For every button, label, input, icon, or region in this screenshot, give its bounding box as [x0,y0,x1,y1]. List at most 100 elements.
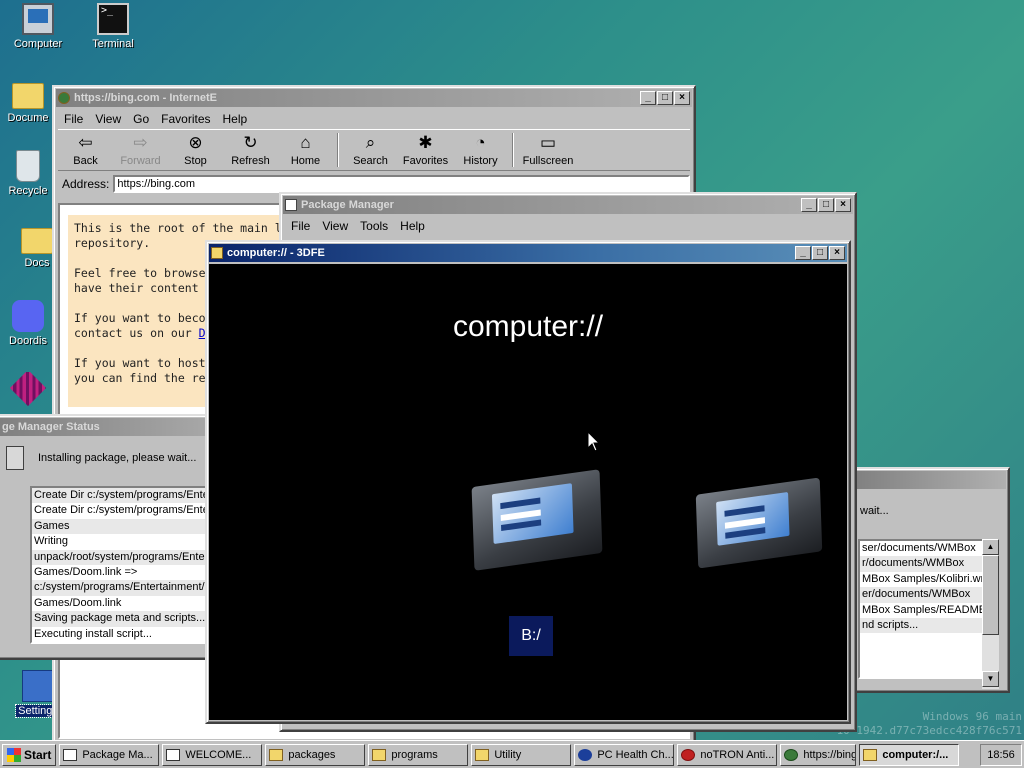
forward-arrow-icon: ⇨ [133,133,148,152]
taskbar-item-pc-health[interactable]: PC Health Ch... [574,743,675,766]
3dfe-titlebar[interactable]: computer:// - 3DFE _ □ × [209,244,847,262]
close-button[interactable]: × [674,91,690,105]
desktop-icon-game[interactable] [2,372,54,407]
taskbar-item-utility[interactable]: Utility [471,743,572,766]
history-label: History [463,155,498,167]
taskbar: Start Package Ma... WELCOME... packages … [0,740,1024,768]
package-manager-titlebar[interactable]: Package Manager _ □ × [283,196,853,214]
scroll-thumb[interactable] [982,555,999,635]
desktop-icon-computer[interactable]: Computer [2,3,74,50]
hard-drive-icon[interactable] [695,477,823,569]
3dfe-window: computer:// - 3DFE _ □ × computer:// B:/ [205,240,851,724]
task-label: noTRON Anti... [700,748,775,761]
favorites-label: Favorites [402,155,449,167]
menu-help[interactable]: Help [217,112,254,126]
hard-drive-icon[interactable] [471,469,603,571]
menu-go[interactable]: Go [127,112,155,126]
location-heading: computer:// [452,310,604,343]
favorites-button[interactable]: ✱ Favorites [398,133,453,167]
start-button[interactable]: Start [2,743,57,766]
window-title: Package Manager [301,199,394,211]
search-button[interactable]: ⌕ Search [343,133,398,167]
desktop-icon-label: Docume [7,112,49,124]
scroll-down-arrow-icon[interactable]: ▼ [982,671,999,687]
history-button[interactable]: ◔ History [453,133,508,167]
forward-button[interactable]: ⇨ Forward [113,133,168,167]
fullscreen-label: Fullscreen [522,155,574,167]
refresh-button[interactable]: ↻ Refresh [223,133,278,167]
history-icon: ◔ [475,133,486,152]
cube-icon [9,372,47,407]
minimize-button[interactable]: _ [795,246,811,260]
desktop-icon-terminal[interactable]: >_ Terminal [77,3,149,50]
log-line: MBox Samples/Kolibri.wmx [862,572,984,585]
desktop-icon-label: Doordis [9,335,47,347]
package-icon [63,748,78,761]
watermark-line-1: Windows 96 main [922,710,1022,723]
home-button[interactable]: ⌂ Home [278,133,333,167]
maximize-button[interactable]: □ [818,198,834,212]
desktop-icon-recycle-bin[interactable]: Recycle [2,150,54,197]
scroll-up-arrow-icon[interactable]: ▲ [982,539,999,555]
browser-titlebar[interactable]: https://bing.com - InternetE _ □ × [56,89,692,107]
close-button[interactable]: × [835,198,851,212]
globe-icon [58,92,70,104]
refresh-label: Refresh [231,155,270,167]
vertical-scrollbar[interactable]: ▲ ▼ [982,539,999,689]
package-status-window-2: wait... ser/documents/WMBox r/documents/… [850,467,1010,693]
task-label: https://bing... [803,748,855,761]
taskbar-item-computer[interactable]: computer:/... [859,743,960,766]
status-message: wait... [860,505,889,517]
home-label: Home [290,155,321,167]
folder-icon [269,748,284,761]
discord-icon [12,300,44,332]
menu-view[interactable]: View [89,112,127,126]
menu-file[interactable]: File [285,219,316,233]
start-logo-icon [7,747,21,762]
taskbar-item-packages[interactable]: packages [265,743,366,766]
address-label: Address: [62,177,110,191]
3d-viewport[interactable]: computer:// B:/ [209,264,847,720]
desktop-icon-doordis[interactable]: Doordis [2,300,54,347]
menu-help[interactable]: Help [394,219,431,233]
task-label: Utility [494,748,522,761]
window-title: https://bing.com - InternetE [74,92,217,104]
recycle-bin-icon [16,150,40,182]
desktop-icon-documents[interactable]: Docume [2,77,54,124]
search-icon: ⌕ [365,133,376,152]
search-label: Search [353,155,388,167]
titlebar[interactable] [854,471,1006,489]
heart-icon [578,748,593,761]
package-icon [285,199,297,211]
maximize-button[interactable]: □ [657,91,673,105]
minimize-button[interactable]: _ [640,91,656,105]
settings-icon [22,670,54,702]
task-label: computer:/... [882,748,949,761]
menu-favorites[interactable]: Favorites [155,112,216,126]
taskbar-item-programs[interactable]: programs [368,743,469,766]
desktop-icon-label: Computer [13,38,63,50]
back-button[interactable]: ⇦ Back [58,133,113,167]
clock: 18:56 [980,743,1022,766]
menu-file[interactable]: File [58,112,89,126]
taskbar-item-welcome[interactable]: WELCOME... [162,743,263,766]
menu-tools[interactable]: Tools [354,219,394,233]
stop-button[interactable]: ⊗ Stop [168,133,223,167]
task-label: PC Health Ch... [597,748,674,761]
taskbar-item-package-manager[interactable]: Package Ma... [59,743,160,766]
minimize-button[interactable]: _ [801,198,817,212]
drive-label-b[interactable]: B:/ [509,616,553,656]
close-button[interactable]: × [829,246,845,260]
taskbar-item-browser[interactable]: https://bing... [780,743,857,766]
maximize-button[interactable]: □ [812,246,828,260]
page-text: Feel free to browse [74,266,206,280]
watermark-line-2: 10-1942.d77c73edcc428f76c571 [836,724,1022,737]
menu-view[interactable]: View [316,219,354,233]
toolbar-separator [512,133,514,167]
address-input[interactable] [113,175,690,193]
folder-icon [863,748,878,761]
taskbar-item-notron[interactable]: noTRON Anti... [677,743,778,766]
package-box-icon [6,446,24,470]
page-text: If you want to host [74,356,206,370]
fullscreen-button[interactable]: ▭ Fullscreen [518,133,578,167]
